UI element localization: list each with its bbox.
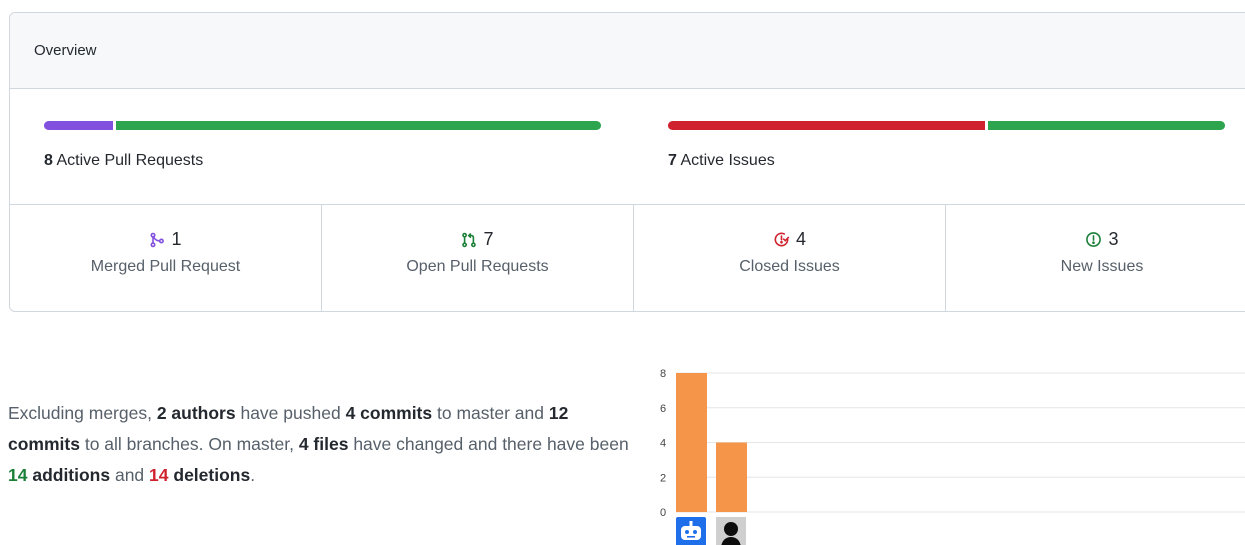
y-tick-label: 4 <box>660 438 666 450</box>
deletions-word: deletions <box>168 465 251 485</box>
closed-label: Closed Issues <box>739 258 840 275</box>
summary-text-5: have changed and there have been <box>348 434 629 454</box>
y-tick-label: 2 <box>660 472 666 484</box>
active-summary-row: 8 Active Pull Requests 7 Active Issues <box>10 89 1245 205</box>
summary-text-7: . <box>250 465 256 485</box>
closed-progress-segment <box>668 121 985 130</box>
summary-text-1: Excluding merges, <box>8 403 157 423</box>
commit-summary: Excluding merges, 2 authors have pushed … <box>8 398 638 491</box>
merged-progress-segment <box>44 121 114 130</box>
authors-link[interactable]: 2 authors <box>157 403 236 423</box>
summary-text-2: have pushed <box>235 403 346 423</box>
master-commits-count: 4 commits <box>345 403 433 423</box>
additions-count: 14 <box>8 465 28 485</box>
merge-icon <box>149 232 165 248</box>
additions-word: additions <box>27 465 111 485</box>
new-count: 3 <box>1108 229 1119 249</box>
new-progress-segment <box>987 121 1225 130</box>
active-pull-requests-text: Active Pull Requests <box>56 152 204 169</box>
closed-count: 4 <box>795 229 806 249</box>
open-count: 7 <box>483 229 494 249</box>
user-avatar-icon[interactable] <box>716 517 746 545</box>
merged-count: 1 <box>171 229 182 249</box>
active-pull-requests-count: 8 <box>44 152 53 169</box>
overview-title: Overview <box>34 42 97 59</box>
active-issues-group[interactable]: 7 Active Issues <box>668 121 1225 170</box>
commit-bar-bot-author[interactable] <box>676 373 707 512</box>
active-issues-count: 7 <box>668 152 677 169</box>
closed-issues-stat[interactable]: 4 Closed Issues <box>634 205 946 311</box>
y-tick-label: 6 <box>660 403 666 415</box>
commits-chart: 0 2 4 6 8 <box>650 360 1245 545</box>
pull-request-icon <box>461 232 477 248</box>
merged-label: Merged Pull Request <box>90 258 241 275</box>
overview-header: Overview <box>10 13 1245 89</box>
issue-opened-icon <box>1085 231 1102 248</box>
y-tick-label: 0 <box>660 507 666 519</box>
y-tick-label: 8 <box>660 368 666 380</box>
open-pull-requests-stat[interactable]: 7 Open Pull Requests <box>322 205 634 311</box>
commit-bar-user-author[interactable] <box>716 442 747 513</box>
active-pull-requests-label: 8 Active Pull Requests <box>44 152 601 170</box>
summary-text-4: to all branches. On master, <box>79 434 299 454</box>
new-label: New Issues <box>1060 258 1144 275</box>
active-issues-text: Active Issues <box>680 152 775 169</box>
open-progress-segment <box>116 121 601 130</box>
files-changed-count: 4 files <box>298 434 349 454</box>
issue-closed-icon <box>773 231 790 248</box>
open-label: Open Pull Requests <box>406 258 549 275</box>
summary-text-3: to master and <box>432 403 549 423</box>
active-pull-requests-group[interactable]: 8 Active Pull Requests <box>44 121 601 170</box>
overview-panel: Overview 8 Active Pull Requests 7 Active… <box>9 12 1245 312</box>
stats-row: 1 Merged Pull Request 7 Open Pull Reques… <box>10 205 1245 311</box>
bot-avatar-icon[interactable] <box>676 517 706 545</box>
deletions-count: 14 <box>149 465 169 485</box>
new-issues-stat[interactable]: 3 New Issues <box>946 205 1245 311</box>
summary-text-6: and <box>110 465 150 485</box>
pull-requests-progress-bar <box>44 121 601 130</box>
merged-pull-requests-stat[interactable]: 1 Merged Pull Request <box>10 205 322 311</box>
active-issues-label: 7 Active Issues <box>668 152 1225 170</box>
issues-progress-bar <box>668 121 1225 130</box>
